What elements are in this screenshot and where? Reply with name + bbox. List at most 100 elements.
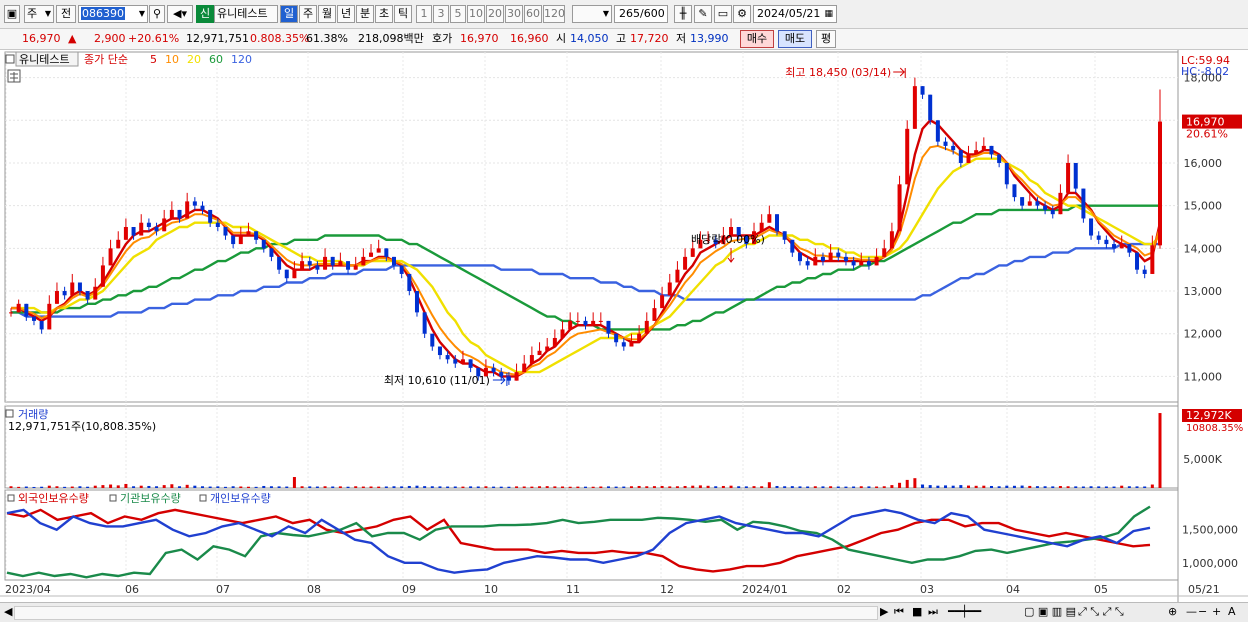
code-input[interactable]: 086390 ▼ (78, 5, 148, 23)
period-tab-4[interactable]: 분 (356, 5, 374, 23)
minute-tab-1[interactable]: 1 (416, 5, 432, 23)
candle-body (93, 286, 98, 300)
volume-bar (606, 486, 610, 488)
candle-icon[interactable]: ╫ (674, 5, 692, 23)
candle-body (246, 231, 251, 236)
volume-bar (369, 486, 373, 488)
volume-bar (821, 486, 825, 488)
candle-body (1058, 192, 1063, 215)
date-input[interactable]: 2024/05/21 ▦ (753, 5, 837, 23)
speaker-icon[interactable]: ◀▾ (167, 5, 193, 23)
chart-area[interactable]: 18,00017,00016,00015,00014,00013,00012,0… (0, 50, 1248, 602)
minute-tab-10[interactable]: 10 (467, 5, 485, 23)
zoom-slider-icon[interactable]: ━━┿━━ (948, 605, 981, 619)
candle-body (254, 231, 259, 240)
minute-tab-120[interactable]: 120 (543, 5, 565, 23)
candle-body (598, 320, 603, 322)
volume-bar (9, 486, 13, 488)
stop-icon[interactable]: ■ (912, 605, 922, 619)
volume-bar (285, 486, 289, 488)
candle-body (100, 265, 105, 287)
window-icon[interactable]: ▣ (4, 5, 20, 23)
candle-body (629, 342, 634, 347)
minus-icon[interactable]: − (1198, 605, 1207, 619)
volume-bar (1135, 486, 1139, 488)
volume-bar (193, 485, 197, 488)
font-size-icon[interactable]: A (1228, 605, 1236, 619)
avg-button[interactable]: 평 (816, 30, 836, 48)
zoom-in-icon[interactable]: ⊕ (1168, 605, 1177, 619)
layout-icons[interactable]: ▢ ▣ ▥ ▤ (1024, 605, 1076, 619)
zoom-out-icon[interactable]: — (1186, 605, 1197, 619)
candle-body (445, 355, 450, 360)
type-select[interactable]: 주 ▼ (24, 5, 54, 23)
draw-icon[interactable]: ✎ (694, 5, 712, 23)
period-tab-2[interactable]: 월 (318, 5, 336, 23)
candle-body (905, 128, 910, 185)
minute-tab-30[interactable]: 30 (505, 5, 523, 23)
scroll-right-icon[interactable]: ▶ (880, 605, 888, 619)
candle-body (782, 231, 787, 240)
volume-bar (622, 486, 626, 488)
volume-bar (109, 484, 113, 488)
blank-select[interactable]: ▼ (572, 5, 612, 23)
scroll-left-icon[interactable]: ◀ (4, 605, 12, 619)
candle-body (560, 329, 565, 338)
volume-bar (1143, 486, 1147, 488)
scroll-track[interactable] (14, 606, 878, 620)
open-value: 14,050 (570, 32, 609, 45)
volume-bar (913, 478, 917, 488)
period-tab-6[interactable]: 틱 (394, 5, 412, 23)
gear-icon[interactable]: ⚙ (733, 5, 751, 23)
period-tab-3[interactable]: 년 (337, 5, 355, 23)
rewind-icon[interactable]: ⏮ (894, 605, 904, 619)
scroll-bar[interactable]: ◀ ▶ ⏮ ■ ⏭ ━━┿━━ ▢ ▣ ▥ ▤ ⤢ ⤡ ⤢ ⤡ ⊕ — − + … (0, 602, 1248, 622)
buy-button[interactable]: 매수 (740, 30, 774, 48)
minute-tab-60[interactable]: 60 (524, 5, 542, 23)
volume-bar (829, 486, 833, 488)
candle-body (621, 342, 626, 347)
volume-bar (430, 486, 434, 488)
plus-icon[interactable]: + (1212, 605, 1221, 619)
legend-ma-10: 10 (165, 53, 179, 66)
candle-body (675, 269, 680, 283)
candle-body (1073, 162, 1078, 189)
volume-bar (591, 486, 595, 488)
legend-stock-name: 유니테스트 (19, 53, 70, 66)
volume-bar (1020, 485, 1024, 488)
volume-bar (208, 486, 212, 488)
x-tick-label: 06 (125, 583, 139, 596)
period-tab-0[interactable]: 일 (280, 5, 298, 23)
volume-bar (308, 486, 312, 488)
x-tick-label: 02 (837, 583, 851, 596)
hc-label: HC:-8.02 (1181, 65, 1229, 78)
save-icon[interactable]: ▭ (714, 5, 732, 23)
candle-body (836, 252, 841, 257)
candle-body (162, 218, 167, 232)
candle-body (284, 269, 289, 279)
tool-icons[interactable]: ⤢ ⤡ ⤢ ⤡ (1078, 605, 1124, 619)
volume-bar (530, 486, 534, 488)
volume-pct: 0.808.35% (250, 32, 310, 45)
candle-body (437, 346, 442, 356)
volume-bar (446, 486, 450, 488)
candle-body (1142, 269, 1147, 274)
sell-button[interactable]: 매도 (778, 30, 812, 48)
count-input[interactable]: 265/600 (614, 5, 668, 23)
volume-bar (859, 486, 863, 488)
search-icon[interactable]: ⚲ (149, 5, 165, 23)
candle-body (208, 209, 213, 223)
forward-icon[interactable]: ⏭ (928, 605, 938, 619)
minute-tab-20[interactable]: 20 (486, 5, 504, 23)
volume-bar (898, 482, 902, 488)
period-tab-1[interactable]: 주 (299, 5, 317, 23)
volume-bar (951, 485, 955, 488)
minute-tab-5[interactable]: 5 (450, 5, 466, 23)
period-tab-5[interactable]: 초 (375, 5, 393, 23)
legend-ma-20: 20 (187, 53, 201, 66)
prev-button[interactable]: 전 (56, 5, 76, 23)
volume-bar (32, 486, 36, 488)
minute-tab-3[interactable]: 3 (433, 5, 449, 23)
candle-body (330, 256, 335, 266)
volume-bar (231, 486, 235, 488)
